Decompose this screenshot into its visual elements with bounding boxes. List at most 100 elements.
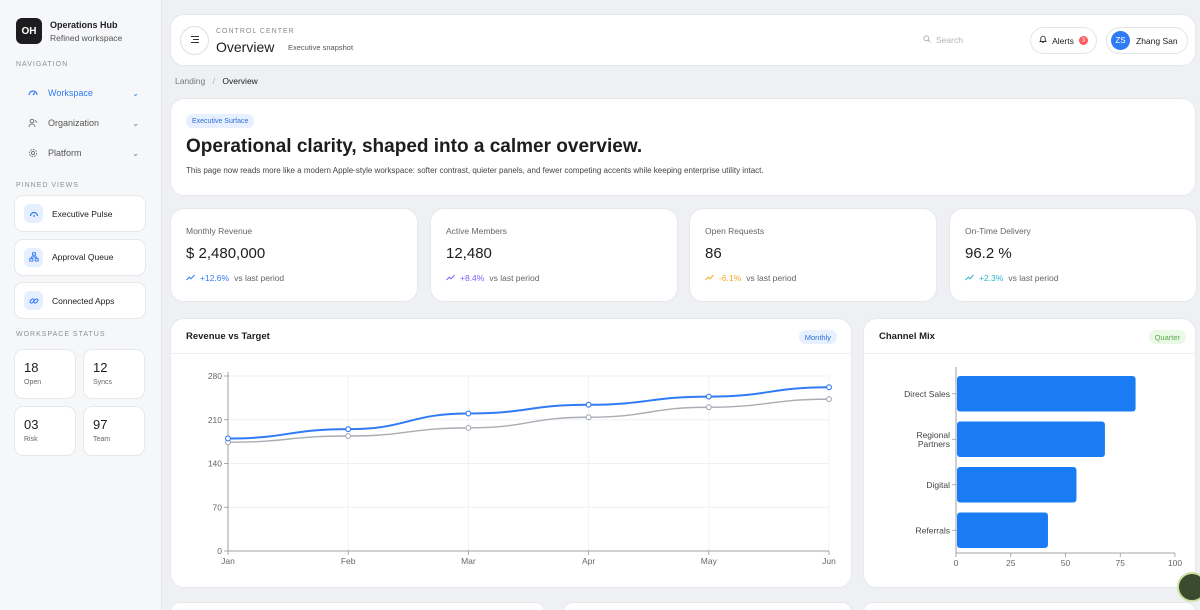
- x-tick-label: 25: [1006, 558, 1016, 568]
- top-bar: CONTROL CENTER Overview Executive snapsh…: [170, 14, 1196, 66]
- trend-up-icon: [446, 273, 455, 283]
- chevron-down-icon: ⌄: [132, 148, 139, 158]
- status-label: Risk: [24, 436, 38, 443]
- y-tick-label: 0: [217, 546, 222, 556]
- link-icon: [24, 291, 43, 310]
- status-card-syncs[interactable]: 12 Syncs: [83, 349, 145, 399]
- sidebar-item-label: Organization: [48, 118, 100, 128]
- channel-panel: Channel Mix Quarter 0 25 50 75 100 Direct Sal…: [863, 318, 1196, 588]
- kpi-card-monthly-revenue[interactable]: Monthly Revenue $ 2,480,000 +12.6% vs las…: [170, 208, 418, 302]
- trend-icon: [705, 273, 714, 283]
- kpi-delta: +2.3%: [979, 273, 1004, 283]
- user-menu[interactable]: ZS Zhang San: [1106, 27, 1188, 54]
- menu-toggle-button[interactable]: [180, 26, 209, 55]
- period-tag-quarter[interactable]: Quarter: [1148, 330, 1186, 344]
- sidebar-item-workspace[interactable]: Workspace ⌄: [14, 78, 147, 108]
- user-name: Zhang San: [1136, 35, 1178, 46]
- kpi-comparison: vs last period: [746, 273, 797, 283]
- hero-headline: Operational clarity, shaped into a calme…: [186, 136, 643, 157]
- brand-name: Operations Hub: [50, 19, 118, 30]
- bar: [957, 467, 1077, 503]
- sidebar-item-platform[interactable]: Platform ⌄: [14, 138, 147, 168]
- x-tick-label: 75: [1116, 558, 1126, 568]
- series-line: [227, 386, 830, 440]
- search-input[interactable]: Search: [923, 35, 963, 45]
- kpi-card-open-requests[interactable]: Open Requests 86 -6.1% vs last period: [689, 208, 937, 302]
- data-point: [826, 384, 832, 391]
- x-tick-label: 50: [1061, 558, 1071, 568]
- status-value: 12: [93, 360, 108, 375]
- menu-icon: [190, 35, 200, 47]
- x-tick-label: May: [701, 556, 718, 566]
- data-point: [345, 433, 352, 439]
- channel-bar-chart: 0 25 50 75 100Direct SalesRegionalPartnersDi…: [904, 367, 1182, 568]
- kpi-label: Open Requests: [705, 226, 765, 236]
- status-value: 97: [93, 417, 108, 432]
- sidebar: OH Operations Hub Refined workspace NAVI…: [0, 0, 162, 610]
- kpi-label: Active Members: [446, 226, 507, 236]
- y-tick-label: 140: [208, 459, 222, 469]
- search-placeholder: Search: [936, 35, 963, 45]
- page-subtitle: Executive snapshot: [288, 43, 354, 52]
- status-value: 03: [24, 417, 39, 432]
- dashboard-icon: [28, 88, 38, 98]
- gear-icon: [28, 148, 38, 158]
- status-card-open[interactable]: 18 Open: [14, 349, 76, 399]
- kpi-label: On-Time Delivery: [965, 226, 1031, 236]
- status-card-team[interactable]: 97 Team: [83, 406, 145, 456]
- kpi-value: 96.2 %: [965, 245, 1012, 262]
- y-tick-label: Direct Sales: [904, 389, 950, 399]
- sidebar-item-organization[interactable]: Organization ⌄: [14, 108, 147, 138]
- alerts-count-badge: 3: [1078, 36, 1088, 45]
- brand-logo: OH: [16, 18, 42, 44]
- hero-card: Executive Surface Operational clarity, s…: [170, 98, 1196, 196]
- x-tick-label: Feb: [341, 556, 356, 566]
- pinned-section-title: PINNED VIEWS: [16, 182, 79, 189]
- kpi-card-active-members[interactable]: Active Members 12,480 +8.4% vs last perio…: [430, 208, 678, 302]
- y-tick-label: 210: [208, 415, 222, 425]
- hero-body: This page now reads more like a modern A…: [186, 166, 764, 175]
- kpi-delta: -6.1%: [719, 273, 742, 283]
- brand-subtitle: Refined workspace: [50, 32, 123, 43]
- chevron-down-icon: ⌄: [132, 118, 139, 128]
- breadcrumb-root[interactable]: Landing: [175, 76, 205, 86]
- data-point: [826, 396, 832, 403]
- brand[interactable]: OH Operations Hub Refined workspace: [16, 18, 147, 44]
- data-point: [705, 393, 712, 400]
- data-point: [465, 424, 472, 431]
- status-section-title: WORKSPACE STATUS: [16, 331, 106, 338]
- trend-up-icon: [965, 273, 974, 283]
- x-tick-label: Jun: [822, 556, 836, 566]
- pinned-connected-apps[interactable]: Connected Apps: [14, 282, 146, 319]
- gauge-icon: [24, 204, 43, 223]
- trend-up-icon: [186, 273, 195, 283]
- pinned-approval-queue[interactable]: Approval Queue: [14, 238, 146, 276]
- y-tick-label: 70: [213, 502, 223, 512]
- kpi-card-on-time-delivery[interactable]: On-Time Delivery 96.2 % +2.3% vs last per…: [949, 208, 1197, 302]
- kpi-delta: +12.6%: [200, 273, 230, 283]
- data-point: [705, 404, 712, 411]
- pinned-label: Connected Apps: [52, 295, 115, 306]
- status-value: 18: [24, 360, 39, 375]
- bar: [957, 512, 1048, 548]
- data-point: [345, 426, 352, 433]
- status-card-risk[interactable]: 03 Risk: [14, 406, 76, 456]
- panel-title: Channel Mix: [879, 331, 935, 342]
- period-tag-monthly[interactable]: Monthly: [798, 330, 837, 344]
- sidebar-item-label: Workspace: [48, 88, 93, 98]
- alerts-button[interactable]: Alerts 3: [1030, 27, 1097, 54]
- alerts-label: Alerts: [1052, 35, 1074, 46]
- y-tick-label: Digital: [926, 480, 950, 490]
- x-tick-label: 100: [1168, 558, 1182, 568]
- page-title: Overview: [216, 39, 275, 55]
- kpi-comparison: vs last period: [234, 273, 285, 283]
- search-icon: [923, 35, 931, 45]
- assistant-badge[interactable]: [1177, 572, 1200, 602]
- data-point: [585, 414, 592, 421]
- x-tick-label: Mar: [461, 556, 476, 566]
- pinned-executive-pulse[interactable]: Executive Pulse: [14, 195, 146, 232]
- pinned-label: Approval Queue: [52, 252, 114, 262]
- x-tick-label: 0: [954, 558, 959, 568]
- people-icon: [28, 118, 38, 128]
- avatar: ZS: [1111, 31, 1130, 50]
